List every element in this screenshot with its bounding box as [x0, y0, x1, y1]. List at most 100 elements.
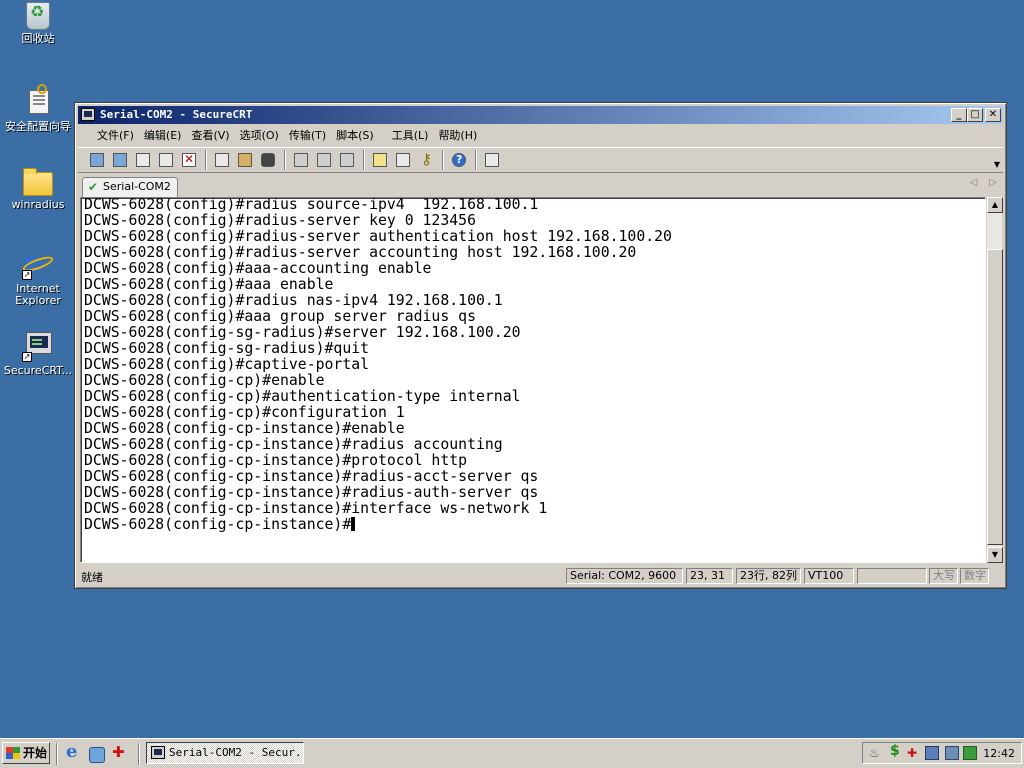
- connect-button[interactable]: [88, 151, 106, 169]
- minimize-button[interactable]: _: [951, 108, 967, 122]
- title-bar[interactable]: Serial-COM2 - SecureCRT _ □ ✕: [78, 106, 1003, 124]
- menu-script[interactable]: 脚本(S): [331, 126, 379, 145]
- tab-scroll-right-icon[interactable]: ▷: [989, 177, 997, 188]
- print-screen-icon: [294, 153, 308, 167]
- toolbar-overflow-icon[interactable]: ▼: [994, 160, 1000, 169]
- connect-in-tab-button[interactable]: [134, 151, 152, 169]
- tray-monitor-icon[interactable]: [925, 746, 939, 760]
- help-icon: [452, 153, 466, 167]
- menu-transfer[interactable]: 传输(T): [284, 126, 331, 145]
- desktop-icon-label: 安全配置向导: [5, 120, 71, 133]
- menu-view[interactable]: 查看(V): [186, 126, 234, 145]
- tab-serial-com2[interactable]: ✔ Serial-COM2: [82, 177, 178, 197]
- desktop-icon-label: winradius: [11, 198, 65, 211]
- maximize-button[interactable]: □: [967, 108, 983, 122]
- binoculars-icon: [261, 153, 275, 167]
- menu-bar: 文件(F) 编辑(E) 查看(V) 选项(O) 传输(T) 脚本(S) 工具(L…: [78, 126, 1003, 145]
- print-screen-button[interactable]: [292, 151, 310, 169]
- tray-display-icon[interactable]: [945, 746, 959, 760]
- status-cursor-position: 23, 31: [686, 568, 733, 584]
- windows-logo-icon: [6, 747, 20, 759]
- desktop-icon-winradius[interactable]: winradius: [0, 168, 76, 211]
- toolbar-separator: [442, 150, 444, 170]
- recycle-bin-icon: [26, 2, 50, 30]
- session-options-button[interactable]: [371, 151, 389, 169]
- global-options-button[interactable]: [394, 151, 412, 169]
- status-connection: Serial: COM2, 9600: [566, 568, 683, 584]
- desktop-icon-securecrt[interactable]: ↗ SecureCRT...: [0, 330, 76, 377]
- status-emulation: VT100: [804, 568, 854, 584]
- toolbar: ▼: [78, 147, 1003, 173]
- connect-icon: [90, 153, 104, 167]
- find-button[interactable]: [259, 151, 277, 169]
- menu-help[interactable]: 帮助(H): [433, 126, 482, 145]
- terminal-line: DCWS-6028(config)#radius nas-ipv4 192.16…: [84, 292, 503, 309]
- terminal-line: DCWS-6028(config)#radius source-ipv4 192…: [84, 197, 539, 213]
- scroll-down-button[interactable]: ▼: [987, 547, 1003, 563]
- tray-red-cross-icon[interactable]: [907, 746, 921, 760]
- securecrt-app-icon[interactable]: [81, 108, 95, 121]
- desktop-icon-internet-explorer[interactable]: e ↗ Internet Explorer: [0, 248, 76, 307]
- tab-label: Serial-COM2: [103, 180, 171, 193]
- terminal-line: DCWS-6028(config-cp-instance)#radius-acc…: [84, 468, 539, 485]
- tray-green-icon[interactable]: [963, 746, 977, 760]
- printer-icon: [340, 153, 354, 167]
- paste-button[interactable]: [236, 151, 254, 169]
- terminal-line: DCWS-6028(config-cp-instance)#interface …: [84, 500, 548, 517]
- menu-options[interactable]: 选项(O): [235, 126, 284, 145]
- reconnect-icon: [159, 153, 173, 167]
- tab-scroll-left-icon[interactable]: ◁: [970, 177, 978, 188]
- scroll-thumb[interactable]: [987, 249, 1003, 545]
- toolbar-separator: [363, 150, 365, 170]
- window-title: Serial-COM2 - SecureCRT: [100, 108, 253, 121]
- quicklaunch-red-icon[interactable]: [110, 743, 128, 763]
- tray-dollar-icon[interactable]: [889, 743, 903, 760]
- desktop-icon-label: Internet Explorer: [15, 282, 61, 307]
- menu-tools[interactable]: 工具(L): [387, 126, 434, 145]
- vertical-scrollbar[interactable]: ▲ ▼: [986, 197, 1003, 563]
- key-icon: [419, 150, 433, 168]
- quick-connect-button[interactable]: [111, 151, 129, 169]
- paste-icon: [238, 153, 252, 167]
- close-button[interactable]: ✕: [985, 108, 1001, 122]
- reconnect-button[interactable]: [157, 151, 175, 169]
- terminal-line: DCWS-6028(config-sg-radius)#quit: [84, 340, 370, 357]
- terminal-line: DCWS-6028(config-cp-instance)#enable: [84, 420, 405, 437]
- quick-connect-icon: [113, 153, 127, 167]
- print-selection-button[interactable]: [315, 151, 333, 169]
- quicklaunch-ie-icon[interactable]: [64, 741, 82, 763]
- gear-icon: [396, 153, 410, 167]
- quicklaunch-server-icon[interactable]: [87, 745, 105, 763]
- start-button[interactable]: 开始: [2, 742, 50, 764]
- session-manager-button[interactable]: [483, 151, 501, 169]
- terminal-line: DCWS-6028(config)#radius-server authenti…: [84, 228, 672, 245]
- copy-icon: [215, 153, 229, 167]
- terminal-line: DCWS-6028(config)#aaa group server radiu…: [84, 308, 476, 325]
- status-caps-lock: 大写: [929, 568, 958, 584]
- toolbar-separator: [284, 150, 286, 170]
- help-button[interactable]: [450, 151, 468, 169]
- print-button[interactable]: [338, 151, 356, 169]
- desktop-icon-recycle-bin[interactable]: 回收站: [0, 2, 76, 45]
- scroll-up-button[interactable]: ▲: [987, 197, 1003, 213]
- terminal-line: DCWS-6028(config)#radius-server key 0 12…: [84, 212, 476, 229]
- terminal-line: DCWS-6028(config-cp-instance)#radius acc…: [84, 436, 503, 453]
- menu-file[interactable]: 文件(F): [92, 126, 139, 145]
- keymap-button[interactable]: [417, 150, 435, 169]
- securecrt-window: Serial-COM2 - SecureCRT _ □ ✕ 文件(F) 编辑(E…: [74, 102, 1007, 589]
- menu-edit[interactable]: 编辑(E): [139, 126, 187, 145]
- taskbar-separator: [56, 743, 58, 765]
- start-label: 开始: [23, 746, 48, 760]
- disconnect-button[interactable]: [180, 151, 198, 169]
- terminal-area[interactable]: DCWS-6028(config)#radius source-ipv4 192…: [80, 197, 986, 563]
- toolbar-separator: [475, 150, 477, 170]
- terminal-line: DCWS-6028(config-sg-radius)#server 192.1…: [84, 324, 521, 341]
- status-rows-cols: 23行, 82列: [736, 568, 801, 584]
- taskbar: 开始 Serial-COM2 - Secur... 12:42: [0, 738, 1024, 768]
- terminal-line: DCWS-6028(config)#radius-server accounti…: [84, 244, 637, 261]
- copy-button[interactable]: [213, 151, 231, 169]
- internet-explorer-icon: e ↗: [21, 248, 55, 280]
- desktop-icon-security-wizard[interactable]: 安全配置向导: [0, 84, 76, 133]
- tray-network-icon[interactable]: [869, 746, 883, 760]
- taskbar-button-securecrt[interactable]: Serial-COM2 - Secur...: [146, 742, 304, 764]
